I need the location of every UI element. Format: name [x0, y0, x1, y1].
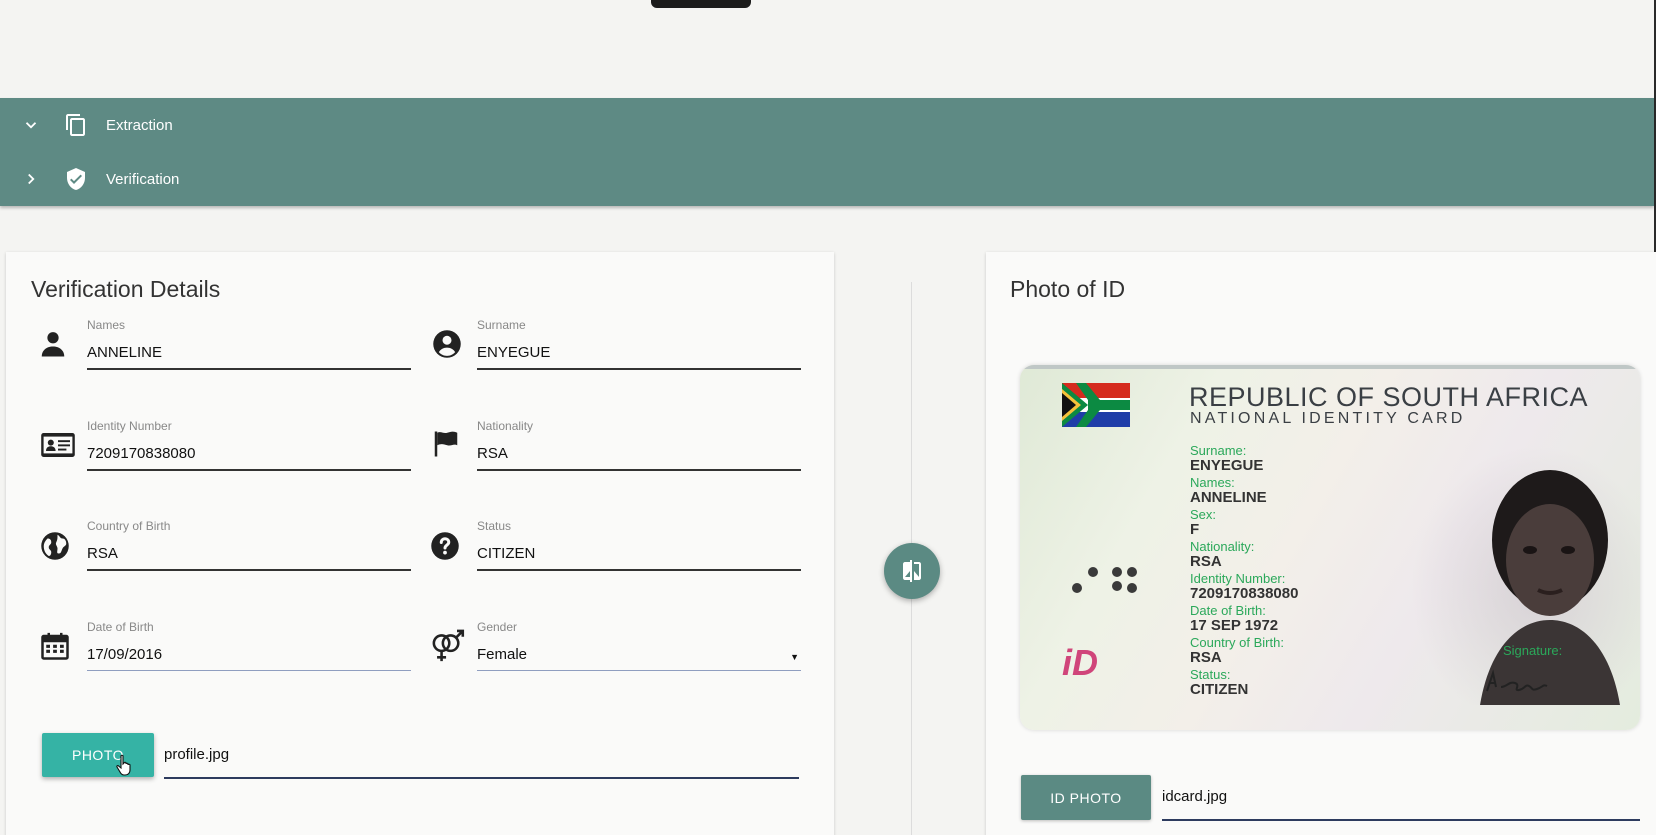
id-val-nationality: RSA — [1190, 553, 1222, 570]
compare-button[interactable] — [884, 543, 940, 599]
gender-icon — [432, 629, 465, 662]
gender-label: Gender — [477, 620, 518, 634]
calendar-icon — [41, 632, 69, 660]
id-key-sex: Sex: — [1190, 507, 1217, 522]
id-photo-file-field[interactable]: idcard.jpg — [1162, 786, 1640, 822]
status-value[interactable]: CITIZEN — [477, 545, 535, 562]
id-key-nationality: Nationality: — [1190, 539, 1255, 554]
nationality-value[interactable]: RSA — [477, 445, 508, 462]
person-icon — [41, 332, 65, 357]
id-photo-file-underline — [1162, 819, 1640, 821]
accordion-item-verification[interactable]: Verification — [0, 152, 1654, 206]
nationality-underline — [477, 469, 801, 471]
country-of-birth-field[interactable]: Country of Birth RSA — [87, 519, 411, 589]
id-val-names: ANNELINE — [1190, 489, 1267, 506]
id-val-surname: ENYEGUE — [1190, 457, 1264, 474]
dropdown-caret-icon[interactable]: ▼ — [790, 652, 799, 662]
chevron-down-icon[interactable] — [22, 116, 40, 134]
names-underline — [87, 368, 411, 370]
id-val-status: CITIZEN — [1190, 681, 1249, 698]
id-val-sex: F — [1190, 521, 1200, 538]
compare-icon — [903, 560, 921, 582]
photo-file-name: profile.jpg — [164, 746, 230, 763]
south-africa-flag-icon — [1062, 383, 1130, 427]
id-card-subheading: NATIONAL IDENTITY CARD — [1190, 410, 1466, 427]
id-card-icon — [41, 433, 75, 457]
id-card-heading: REPUBLIC OF SOUTH AFRICA — [1189, 382, 1589, 412]
surname-value[interactable]: ENYEGUE — [477, 344, 550, 361]
names-label: Names — [87, 318, 126, 332]
id-key-status: Status: — [1190, 667, 1231, 682]
identity-number-underline — [87, 469, 411, 471]
id-photo-button-label: ID PHOTO — [1050, 789, 1122, 806]
id-logo: iD — [1062, 642, 1098, 683]
id-val-country-of-birth: RSA — [1190, 649, 1222, 666]
status-label: Status — [477, 519, 512, 533]
accordion-label-verification: Verification — [106, 170, 180, 188]
country-of-birth-value[interactable]: RSA — [87, 545, 118, 562]
date-of-birth-field[interactable]: Date of Birth 17/09/2016 — [87, 620, 411, 690]
chevron-right-icon[interactable] — [22, 170, 40, 188]
top-bar-handle — [651, 0, 751, 8]
id-card-image: REPUBLIC OF SOUTH AFRICA NATIONAL IDENTI… — [1020, 365, 1640, 730]
id-photo-upload-button[interactable]: ID PHOTO — [1021, 775, 1151, 820]
surname-label: Surname — [477, 318, 526, 332]
id-signature-label: Signature: — [1503, 643, 1563, 658]
gender-underline — [477, 670, 801, 671]
photo-file-underline — [164, 777, 799, 779]
names-field[interactable]: Names ANNELINE — [87, 318, 411, 388]
identity-number-field[interactable]: Identity Number 7209170838080 — [87, 419, 411, 489]
names-value[interactable]: ANNELINE — [87, 344, 162, 361]
id-key-surname: Surname: — [1190, 443, 1247, 458]
signature-image — [1486, 669, 1548, 692]
id-key-country-of-birth: Country of Birth: — [1190, 635, 1284, 650]
shield-check-icon — [67, 168, 85, 190]
identity-number-label: Identity Number — [87, 419, 172, 433]
accordion-item-extraction[interactable]: Extraction — [0, 98, 1654, 152]
nationality-label: Nationality — [477, 419, 534, 433]
id-photo-file-name: idcard.jpg — [1162, 788, 1228, 805]
country-of-birth-underline — [87, 569, 411, 571]
stepper-accordion: Extraction Verification — [0, 98, 1654, 206]
date-of-birth-underline — [87, 670, 411, 671]
id-key-date-of-birth: Date of Birth: — [1190, 603, 1266, 618]
globe-icon — [41, 532, 69, 560]
accordion-label-extraction: Extraction — [106, 116, 173, 134]
date-of-birth-label: Date of Birth — [87, 620, 154, 634]
date-of-birth-value[interactable]: 17/09/2016 — [87, 646, 162, 663]
gender-select[interactable]: Gender Female ▼ — [477, 620, 801, 690]
status-field[interactable]: Status CITIZEN — [477, 519, 801, 589]
country-of-birth-label: Country of Birth — [87, 519, 171, 533]
photo-upload-button[interactable]: PHOTO — [42, 733, 154, 777]
verification-details-title: Verification Details — [31, 276, 221, 302]
surname-underline — [477, 368, 801, 370]
nationality-field[interactable]: Nationality RSA — [477, 419, 801, 489]
flag-icon — [434, 431, 458, 457]
status-underline — [477, 569, 801, 571]
id-key-identity-number: Identity Number: — [1190, 571, 1286, 586]
id-val-date-of-birth: 17 SEP 1972 — [1190, 617, 1279, 634]
hand-pointer-cursor-icon — [116, 754, 131, 776]
copy-icon — [66, 114, 85, 136]
photo-file-field[interactable]: profile.jpg — [164, 744, 799, 780]
id-val-identity-number: 7209170838080 — [1190, 585, 1299, 602]
gender-value[interactable]: Female — [477, 646, 527, 663]
photo-of-id-title: Photo of ID — [1010, 276, 1126, 302]
id-key-names: Names: — [1190, 475, 1235, 490]
identity-number-value[interactable]: 7209170838080 — [87, 445, 195, 462]
account-circle-icon — [433, 330, 461, 358]
id-card-top-edge — [1020, 365, 1640, 369]
surname-field[interactable]: Surname ENYEGUE — [477, 318, 801, 388]
braille-dots-icon — [1072, 567, 1137, 593]
question-circle-icon — [431, 532, 459, 560]
